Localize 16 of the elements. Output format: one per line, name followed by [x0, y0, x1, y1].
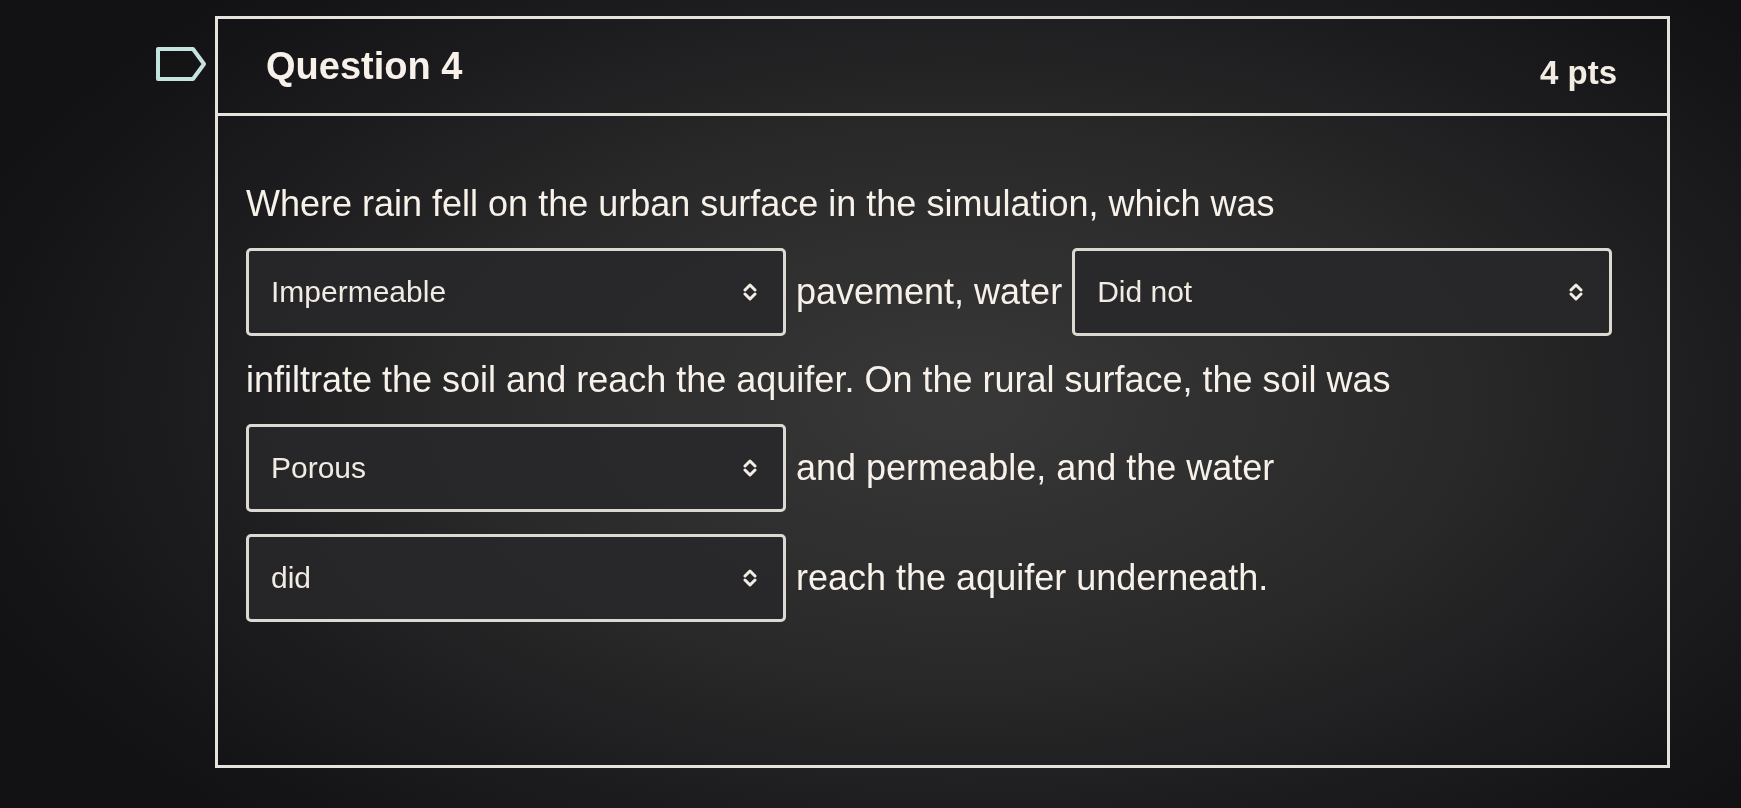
- up-down-chevron-icon: [743, 568, 757, 588]
- question-text: and permeable, and the water: [796, 446, 1275, 490]
- question-text: Where rain fell on the urban surface in the simulation, which was: [246, 182, 1275, 226]
- question-text: pavement, water: [796, 270, 1063, 314]
- up-down-chevron-icon: [1569, 282, 1584, 302]
- up-down-chevron-icon: [743, 458, 757, 478]
- question-title: Question 4: [266, 44, 463, 88]
- flag-icon[interactable]: [155, 46, 207, 82]
- question-text: infiltrate the soil and reach the aquifer. On the rural surface, the soil was: [246, 358, 1391, 402]
- answer-dropdown[interactable]: Impermeable: [246, 248, 786, 336]
- points-label: 4 pts: [1539, 54, 1617, 92]
- answer-dropdown[interactable]: Porous: [246, 424, 786, 512]
- answer-dropdown[interactable]: did: [246, 534, 786, 622]
- answer-dropdown[interactable]: Did not: [1072, 248, 1613, 336]
- question-text: reach the aquifer underneath.: [796, 556, 1269, 600]
- up-down-chevron-icon: [743, 282, 757, 302]
